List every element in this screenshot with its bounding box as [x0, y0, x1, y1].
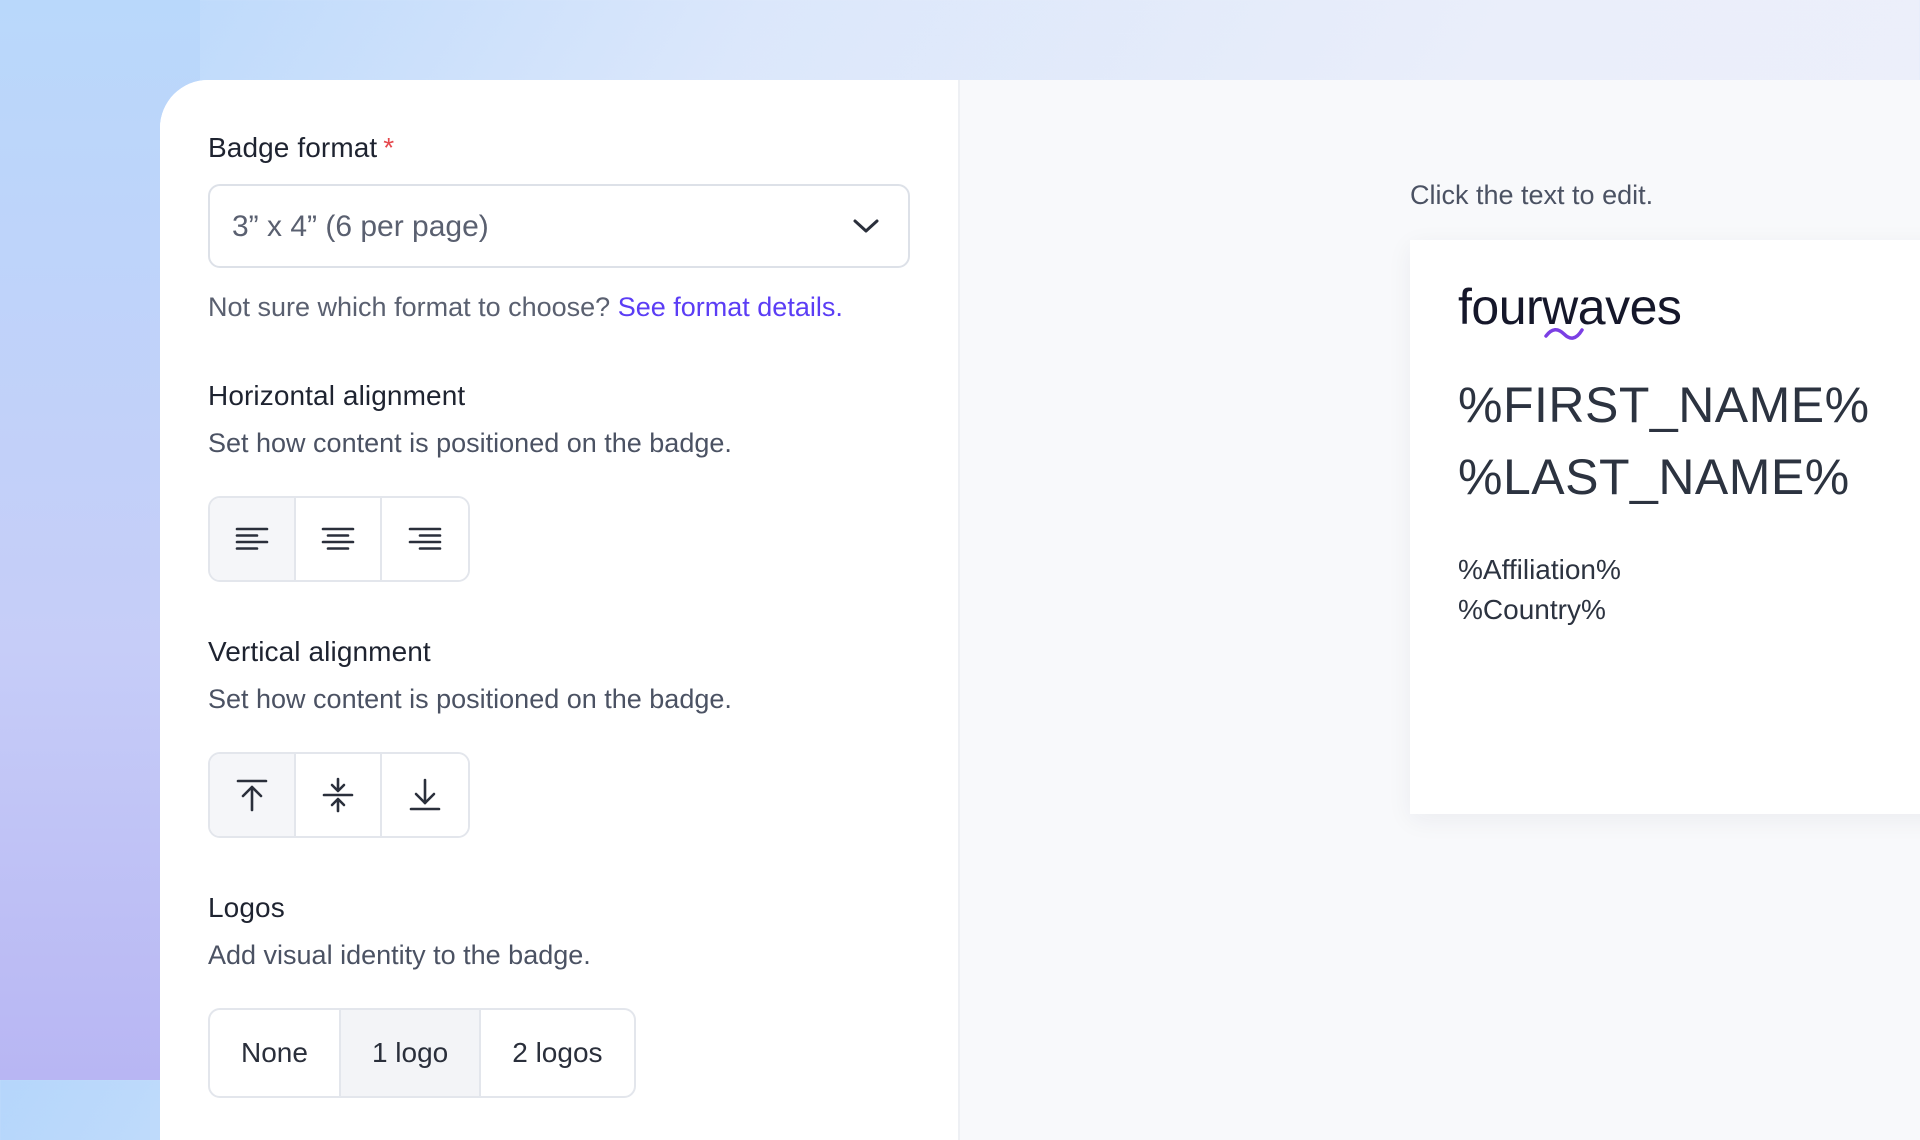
logo-squiggle-icon [1544, 328, 1584, 340]
required-asterisk: * [383, 132, 395, 163]
align-left-button[interactable] [210, 498, 296, 580]
logos-description: Add visual identity to the badge. [208, 940, 591, 970]
align-bottom-button[interactable] [382, 754, 468, 836]
logos-option-1-logo[interactable]: 1 logo [340, 1010, 482, 1096]
logos-option-2-logos[interactable]: 2 logos [481, 1010, 633, 1096]
align-top-button[interactable] [210, 754, 296, 836]
logos-label: Logos [208, 892, 285, 923]
settings-panel: Badge format * 3” x 4” (6 per page) Not s… [160, 80, 960, 1140]
country-field[interactable]: %Country% [1458, 594, 1606, 626]
align-top-icon [236, 779, 268, 812]
last-name-field[interactable]: %LAST_NAME% [1458, 448, 1850, 506]
horizontal-alignment-label: Horizontal alignment [208, 380, 466, 411]
align-center-button[interactable] [296, 498, 382, 580]
badge-editor-card: Badge format * 3” x 4” (6 per page) Not s… [160, 80, 1920, 1140]
badge-preview: fourw aves %FIRST_NAME% %LAST_NAME% %Affi… [1410, 240, 1920, 814]
fourwaves-logo: fourw aves [1458, 278, 1682, 340]
align-left-icon [235, 527, 269, 550]
vertical-alignment-toggle [208, 752, 470, 838]
first-name-field[interactable]: %FIRST_NAME% [1458, 376, 1870, 434]
chevron-down-icon [853, 219, 879, 233]
badge-format-value: 3” x 4” (6 per page) [232, 210, 489, 243]
horizontal-alignment-description: Set how content is positioned on the bad… [208, 428, 732, 458]
align-middle-button[interactable] [296, 754, 382, 836]
vertical-alignment-label: Vertical alignment [208, 636, 431, 667]
badge-preview-panel: Click the text to edit. fourw aves %FIRST… [960, 80, 1920, 1140]
affiliation-field[interactable]: %Affiliation% [1458, 554, 1621, 586]
vertical-alignment-description: Set how content is positioned on the bad… [208, 684, 732, 714]
align-right-button[interactable] [382, 498, 468, 580]
logos-option-none[interactable]: None [210, 1010, 341, 1096]
align-center-icon [321, 527, 355, 550]
see-format-details-link[interactable]: See format details. [618, 292, 843, 322]
align-right-icon [408, 527, 442, 550]
format-helper-text: Not sure which format to choose? See for… [208, 292, 843, 322]
align-bottom-icon [409, 778, 441, 811]
badge-format-select[interactable]: 3” x 4” (6 per page) [208, 184, 910, 268]
edit-hint: Click the text to edit. [1410, 180, 1654, 210]
horizontal-alignment-toggle [208, 496, 470, 582]
align-middle-icon [322, 777, 354, 813]
logos-toggle: None 1 logo 2 logos [208, 1008, 636, 1098]
badge-format-label: Badge format * [208, 132, 395, 163]
